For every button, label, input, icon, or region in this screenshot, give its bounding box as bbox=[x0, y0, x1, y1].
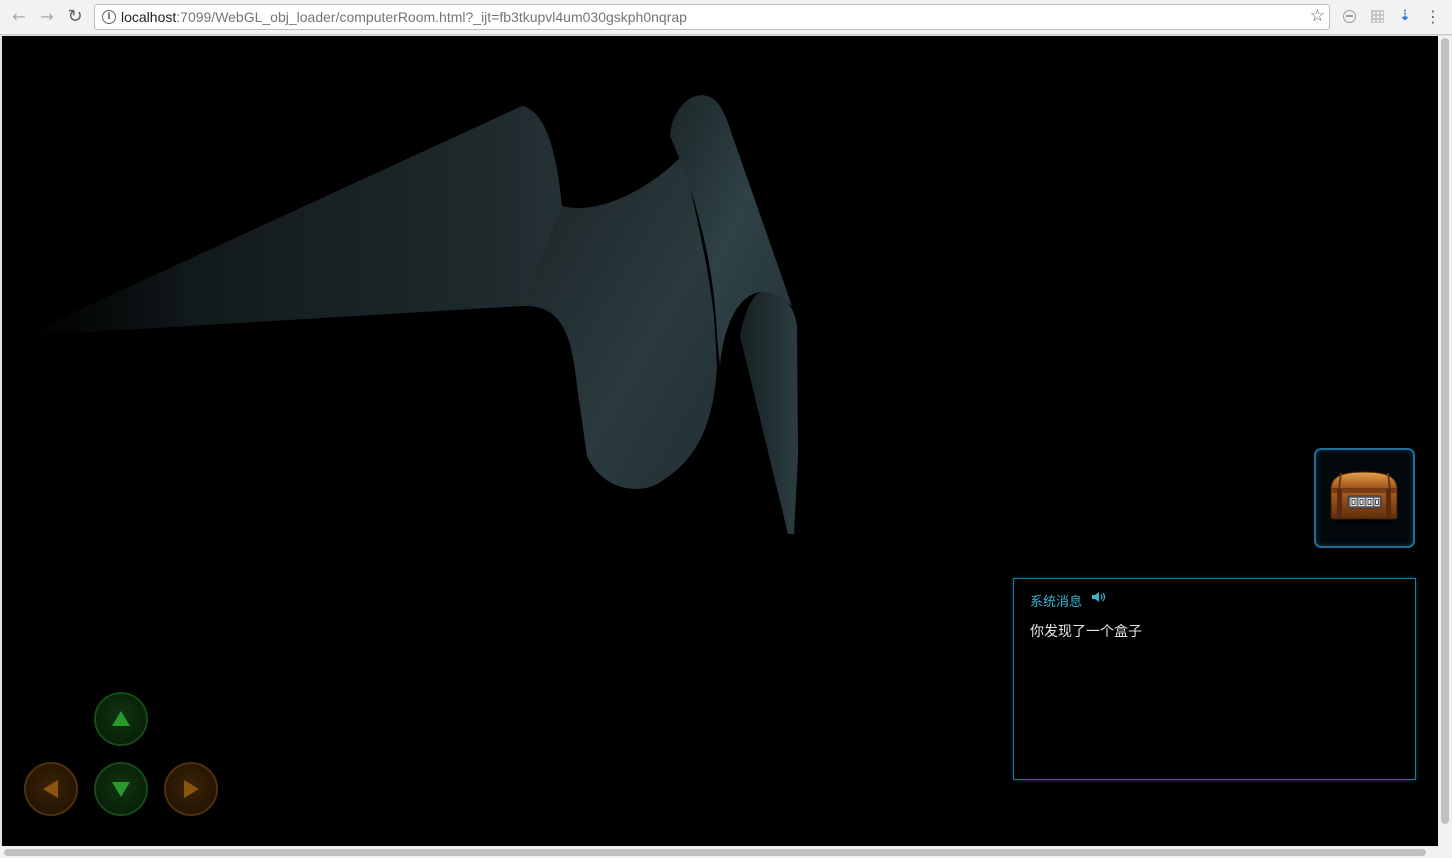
arrow-right-icon bbox=[184, 780, 199, 798]
move-left-button[interactable] bbox=[24, 762, 78, 816]
arrow-up-icon bbox=[112, 711, 130, 726]
block-extension-icon[interactable] bbox=[1341, 8, 1357, 24]
url-text[interactable]: localhost:7099/WebGL_obj_loader/computer… bbox=[121, 9, 687, 25]
site-info-icon[interactable]: i bbox=[102, 10, 116, 24]
reload-icon[interactable]: ↻ bbox=[65, 7, 85, 27]
arrow-left-icon bbox=[43, 780, 58, 798]
kebab-menu-icon[interactable]: ⋮ bbox=[1425, 7, 1441, 26]
move-down-button[interactable] bbox=[94, 762, 148, 816]
move-up-button[interactable] bbox=[94, 692, 148, 746]
ribbon-flat-section bbox=[22, 106, 577, 336]
message-panel-title: 系统消息 bbox=[1030, 595, 1083, 610]
url-path: :7099/WebGL_obj_loader/computerRoom.html… bbox=[176, 9, 687, 25]
vertical-scroll-thumb[interactable] bbox=[1441, 38, 1449, 824]
url-host: localhost bbox=[121, 9, 177, 25]
download-extension-icon[interactable]: ⇣ bbox=[1397, 8, 1413, 24]
vertical-scrollbar[interactable] bbox=[1438, 36, 1452, 848]
back-arrow-icon[interactable]: ← bbox=[9, 7, 29, 27]
horizontal-scroll-thumb[interactable] bbox=[4, 849, 1426, 856]
qr-extension-icon[interactable] bbox=[1369, 8, 1385, 24]
inventory-slot[interactable] bbox=[1314, 448, 1415, 548]
forward-arrow-icon[interactable]: → bbox=[37, 7, 57, 27]
browser-toolbar: ← → ↻ i localhost:7099/WebGL_obj_loader/… bbox=[0, 0, 1452, 35]
system-message-panel: 系统消息 你发现了一个盒子 bbox=[1013, 578, 1416, 780]
star-icon[interactable]: ☆ bbox=[1310, 6, 1325, 26]
move-right-button[interactable] bbox=[164, 762, 218, 816]
arrow-down-icon bbox=[112, 782, 130, 797]
address-bar[interactable]: i localhost:7099/WebGL_obj_loader/comput… bbox=[94, 4, 1330, 30]
speaker-icon[interactable] bbox=[1091, 591, 1107, 603]
message-text: 你发现了一个盒子 bbox=[1030, 624, 1142, 640]
treasure-chest-icon[interactable] bbox=[1326, 467, 1403, 527]
ribbon-tail-section bbox=[740, 292, 798, 534]
horizontal-scrollbar[interactable] bbox=[0, 846, 1452, 858]
